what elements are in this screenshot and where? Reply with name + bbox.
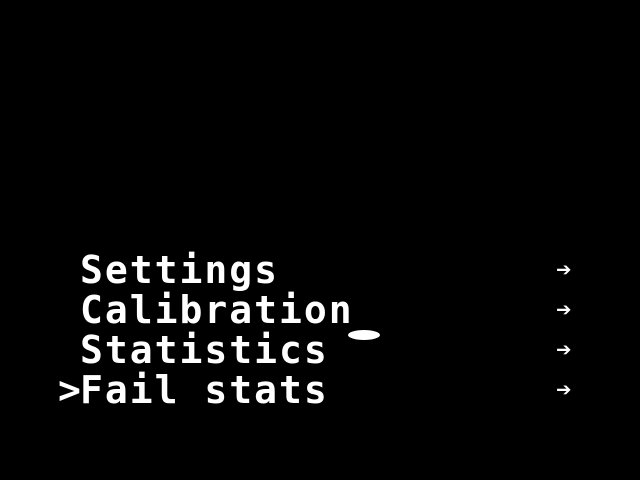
- menu-item-calibration[interactable]: Calibration ➔: [58, 290, 598, 330]
- menu-item-label: Settings: [80, 248, 280, 292]
- arrow-right-icon: ➔: [556, 295, 572, 325]
- arrow-right-icon: ➔: [556, 335, 572, 365]
- arrow-right-icon: ➔: [556, 375, 572, 405]
- main-menu: Settings ➔ Calibration ➔ Statistics ➔ > …: [58, 250, 598, 410]
- menu-item-label: Fail stats: [80, 368, 329, 412]
- arrow-right-icon: ➔: [556, 255, 572, 285]
- menu-item-label: Calibration: [80, 288, 354, 332]
- selection-cursor: >: [58, 368, 81, 412]
- stylus-mark-icon: [348, 330, 380, 340]
- menu-item-settings[interactable]: Settings ➔: [58, 250, 598, 290]
- menu-item-statistics[interactable]: Statistics ➔: [58, 330, 598, 370]
- display-screen: Settings ➔ Calibration ➔ Statistics ➔ > …: [0, 0, 640, 480]
- menu-item-label: Statistics: [80, 328, 329, 372]
- menu-item-fail-stats[interactable]: > Fail stats ➔: [58, 370, 598, 410]
